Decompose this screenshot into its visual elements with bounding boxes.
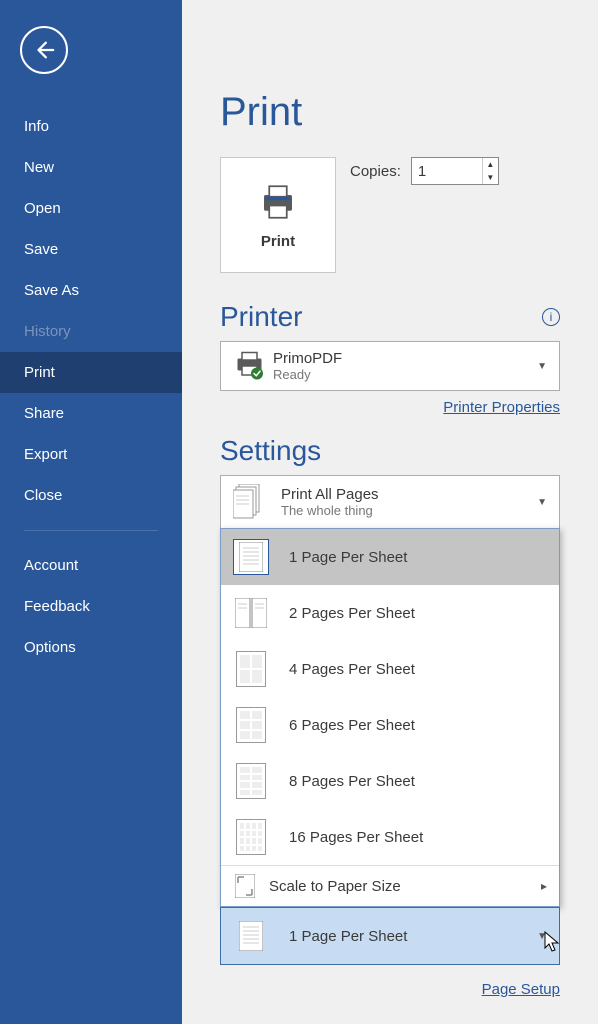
scale-label: Scale to Paper Size (269, 878, 401, 895)
nav-save-as[interactable]: Save As (0, 270, 182, 311)
copies-up[interactable]: ▲ (483, 158, 498, 171)
page-8up-icon (233, 763, 269, 799)
nav-options[interactable]: Options (0, 627, 182, 668)
menu-label: 16 Pages Per Sheet (289, 829, 423, 846)
copies-label: Copies: (350, 163, 401, 180)
chevron-down-icon: ▼ (537, 361, 547, 372)
submenu-arrow-icon: ▸ (541, 879, 547, 893)
pages-per-sheet-selector[interactable]: 1 Page Per Sheet ▼ (220, 907, 560, 965)
print-panel: Print Print Copies: ▲ ▼ Printer i (182, 0, 598, 1024)
scale-icon (233, 874, 257, 898)
nav-save[interactable]: Save (0, 229, 182, 270)
menu-item-16-per-sheet[interactable]: 16 Pages Per Sheet (221, 809, 559, 865)
print-range-sub: The whole thing (281, 503, 537, 518)
menu-label: 2 Pages Per Sheet (289, 605, 415, 622)
printer-heading: Printer (220, 301, 302, 333)
nav-export[interactable]: Export (0, 434, 182, 475)
page-1up-icon (233, 539, 269, 575)
copies-down[interactable]: ▼ (483, 171, 498, 184)
nav-close[interactable]: Close (0, 475, 182, 516)
nav-list: Info New Open Save Save As History Print… (0, 106, 182, 668)
nav-share[interactable]: Share (0, 393, 182, 434)
page-4up-icon (233, 651, 269, 687)
print-button[interactable]: Print (220, 157, 336, 273)
nav-account[interactable]: Account (0, 545, 182, 586)
menu-item-8-per-sheet[interactable]: 8 Pages Per Sheet (221, 753, 559, 809)
nav-new[interactable]: New (0, 147, 182, 188)
pages-stack-icon (233, 484, 281, 520)
menu-label: 4 Pages Per Sheet (289, 661, 415, 678)
menu-label: 1 Page Per Sheet (289, 549, 407, 566)
printer-ready-icon (233, 351, 273, 381)
back-button[interactable] (20, 26, 68, 74)
printer-selector[interactable]: PrimoPDF Ready ▼ (220, 341, 560, 391)
selected-label: 1 Page Per Sheet (289, 928, 537, 945)
menu-label: 8 Pages Per Sheet (289, 773, 415, 790)
menu-label: 6 Pages Per Sheet (289, 717, 415, 734)
page-setup-link[interactable]: Page Setup (482, 981, 560, 998)
nav-print[interactable]: Print (0, 352, 182, 393)
printer-info-icon[interactable]: i (542, 308, 560, 326)
page-16up-icon (233, 819, 269, 855)
printer-properties-link[interactable]: Printer Properties (443, 399, 560, 416)
printer-name: PrimoPDF (273, 350, 537, 367)
menu-item-2-per-sheet[interactable]: 2 Pages Per Sheet (221, 585, 559, 641)
copies-input[interactable] (412, 158, 482, 184)
nav-divider (24, 530, 158, 531)
pages-per-sheet-menu: 1 Page Per Sheet 2 Pages Per Sheet 4 Pag… (220, 528, 560, 907)
print-button-label: Print (261, 233, 295, 250)
menu-item-6-per-sheet[interactable]: 6 Pages Per Sheet (221, 697, 559, 753)
cursor-icon (543, 930, 563, 954)
print-range-selector[interactable]: Print All Pages The whole thing ▼ (220, 475, 560, 528)
settings-heading: Settings (220, 435, 321, 467)
back-arrow-icon (33, 39, 55, 61)
nav-info[interactable]: Info (0, 106, 182, 147)
menu-item-4-per-sheet[interactable]: 4 Pages Per Sheet (221, 641, 559, 697)
copies-spinner[interactable]: ▲ ▼ (411, 157, 499, 185)
printer-status: Ready (273, 367, 537, 382)
page-2up-icon (233, 595, 269, 631)
nav-open[interactable]: Open (0, 188, 182, 229)
page-1up-icon (233, 918, 269, 954)
nav-feedback[interactable]: Feedback (0, 586, 182, 627)
nav-history: History (0, 311, 182, 352)
page-6up-icon (233, 707, 269, 743)
menu-item-scale-to-paper[interactable]: Scale to Paper Size ▸ (221, 866, 559, 906)
printer-icon (257, 181, 299, 223)
chevron-down-icon: ▼ (537, 497, 547, 508)
backstage-sidebar: Info New Open Save Save As History Print… (0, 0, 182, 1024)
menu-item-1-per-sheet[interactable]: 1 Page Per Sheet (221, 529, 559, 585)
print-range-label: Print All Pages (281, 486, 537, 503)
page-title: Print (220, 90, 598, 135)
